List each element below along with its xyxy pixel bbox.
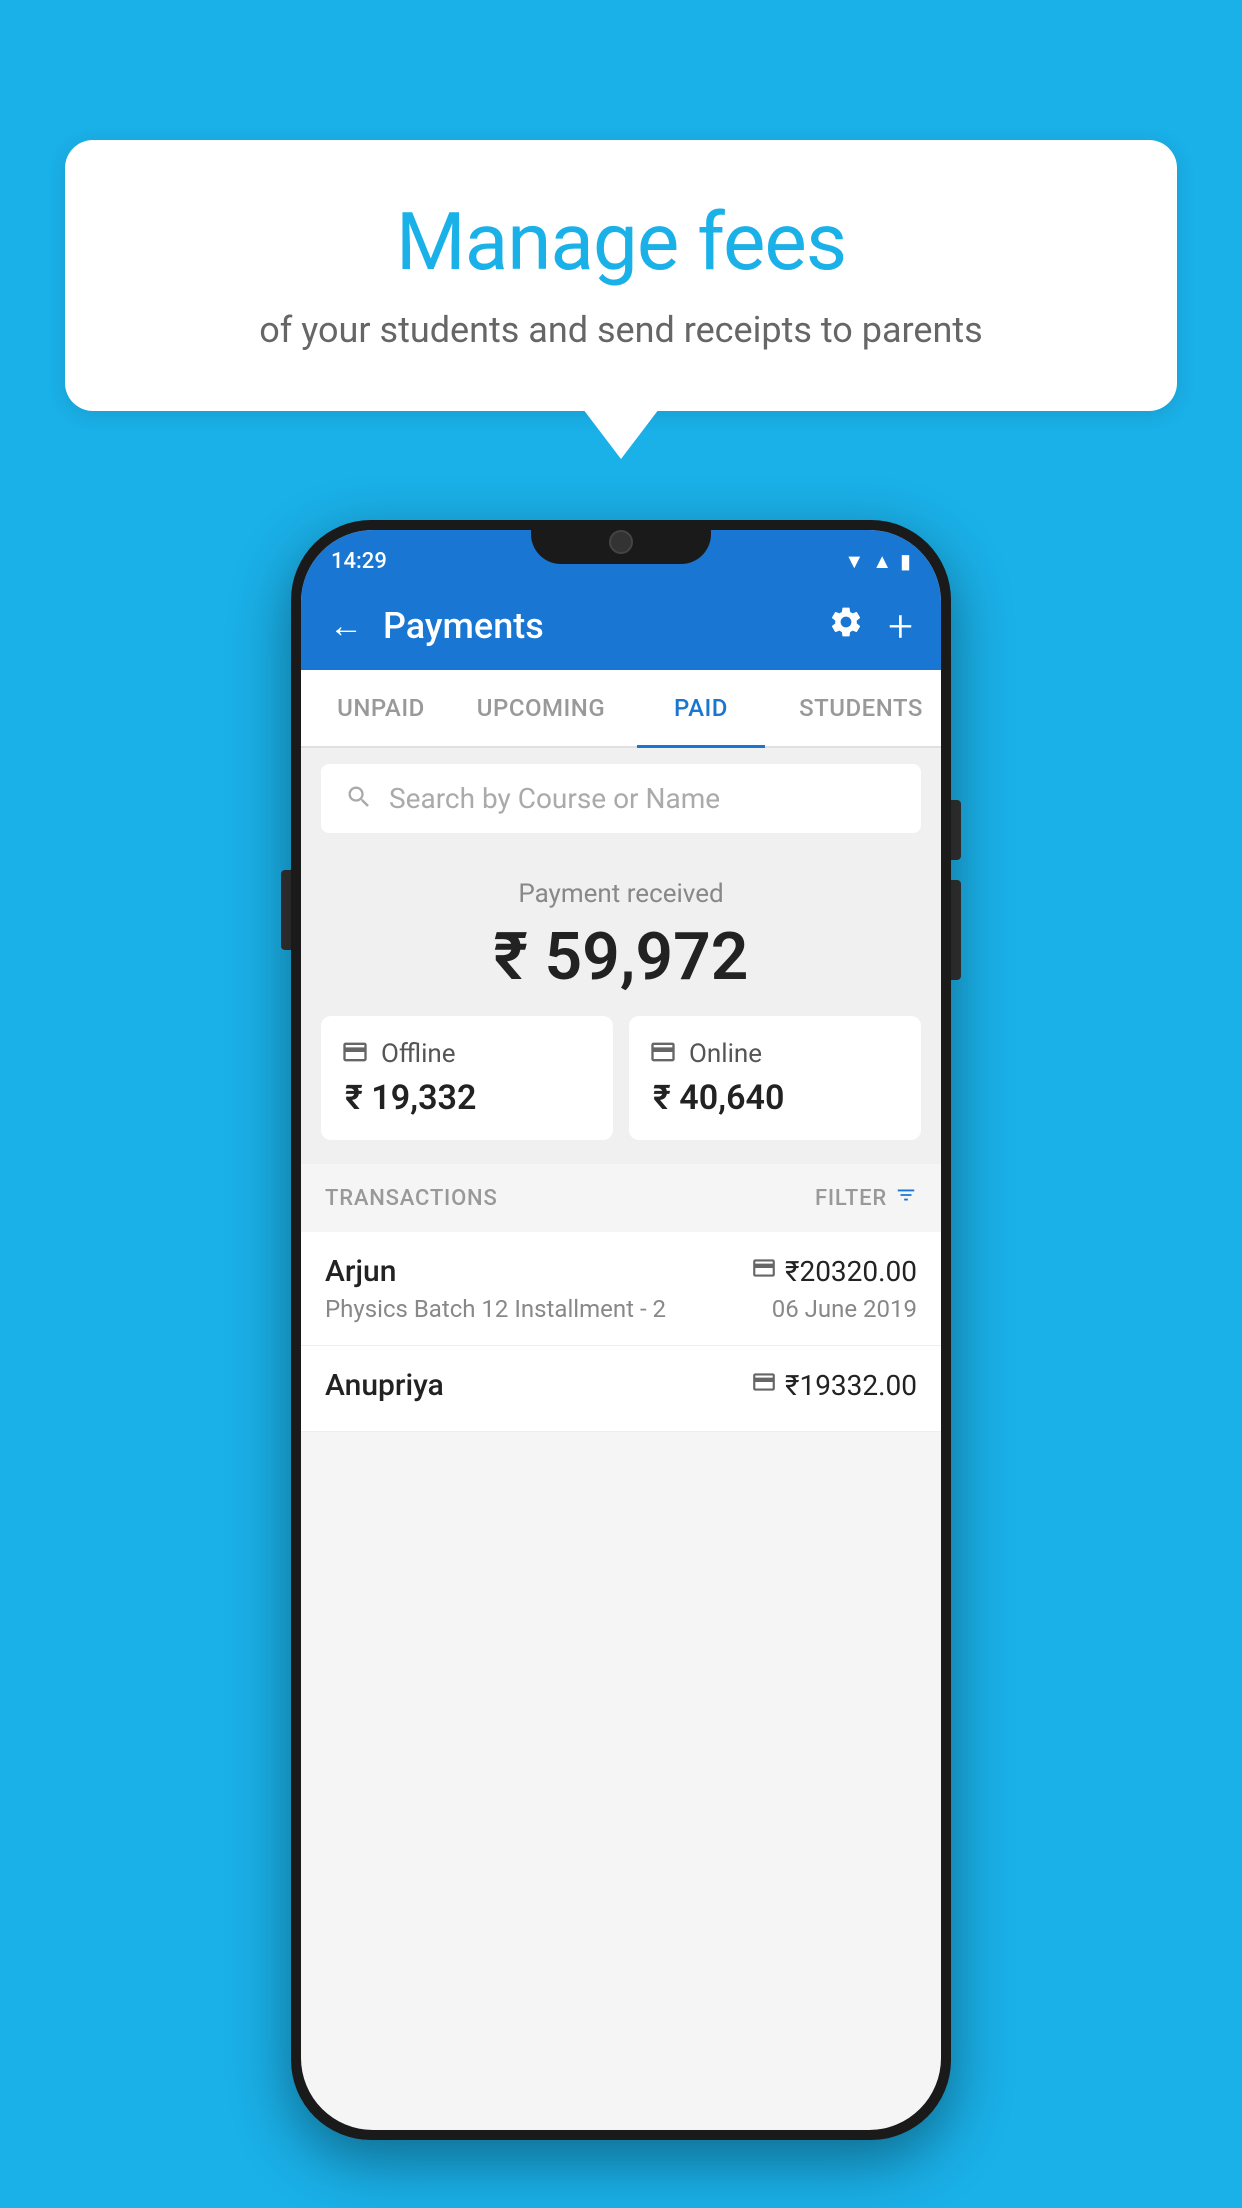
online-card-header: Online [649,1038,901,1070]
payment-cards: Offline ₹ 19,332 Online [321,1016,921,1140]
tab-upcoming[interactable]: UPCOMING [461,670,621,746]
transaction-top-arjun: Arjun ₹20320.00 [325,1254,917,1289]
tabs-bar: UNPAID UPCOMING PAID STUDENTS [301,670,941,748]
arjun-amount: ₹20320.00 [785,1255,917,1288]
settings-icon[interactable] [828,604,864,649]
arjun-course: Physics Batch 12 Installment - 2 [325,1295,666,1323]
power-button-bottom [951,880,961,980]
offline-card-header: Offline [341,1038,593,1070]
app-bar: ← Payments + [301,582,941,670]
manage-fees-title: Manage fees [125,195,1117,289]
offline-card-type: Offline [381,1039,456,1069]
power-button-top [951,800,961,860]
app-bar-icons: + [828,600,913,652]
battery-icon: ▮ [900,549,911,573]
student-name-anupriya: Anupriya [325,1368,444,1403]
filter-label: FILTER [815,1186,887,1211]
status-icons: ▼ ▲ ▮ [844,549,911,574]
speech-bubble-container: Manage fees of your students and send re… [65,140,1177,411]
transactions-label: TRANSACTIONS [325,1186,498,1211]
front-camera [609,530,633,554]
search-box[interactable]: Search by Course or Name [321,764,921,833]
tab-upcoming-label: UPCOMING [477,694,605,722]
speech-bubble: Manage fees of your students and send re… [65,140,1177,411]
phone-screen: 14:29 ▼ ▲ ▮ ← Payments [301,530,941,2130]
online-card-type: Online [689,1039,762,1069]
transaction-amount-arjun: ₹20320.00 [751,1255,917,1288]
transaction-row-arjun[interactable]: Arjun ₹20320.00 Physics Batch 12 Install… [301,1232,941,1346]
offline-card-amount: ₹ 19,332 [341,1078,593,1118]
transaction-bottom-arjun: Physics Batch 12 Installment - 2 06 June… [325,1295,917,1323]
arjun-date: 06 June 2019 [772,1295,917,1323]
offline-payment-icon [341,1038,369,1070]
status-time: 14:29 [331,549,387,574]
payment-received-section: Payment received ₹ 59,972 Offline [301,849,941,1164]
payment-received-label: Payment received [321,879,921,909]
signal-icon: ▲ [872,549,892,574]
transaction-amount-anupriya: ₹19332.00 [751,1369,917,1402]
offline-payment-card: Offline ₹ 19,332 [321,1016,613,1140]
online-card-amount: ₹ 40,640 [649,1078,901,1118]
online-payment-card: Online ₹ 40,640 [629,1016,921,1140]
phone-outer: 14:29 ▼ ▲ ▮ ← Payments [291,520,951,2140]
tab-students-label: STUDENTS [799,694,923,722]
phone-notch [531,520,711,564]
payment-total-amount: ₹ 59,972 [321,919,921,996]
filter-button[interactable]: FILTER [815,1184,917,1212]
online-transaction-icon [751,1255,777,1288]
tab-paid-label: PAID [674,694,728,722]
app-bar-title: Payments [383,605,808,647]
anupriya-amount: ₹19332.00 [785,1369,917,1402]
back-button[interactable]: ← [329,606,363,646]
transaction-top-anupriya: Anupriya ₹19332.00 [325,1368,917,1403]
tab-unpaid[interactable]: UNPAID [301,670,461,746]
tab-students[interactable]: STUDENTS [781,670,941,746]
tab-paid[interactable]: PAID [621,670,781,746]
tab-unpaid-label: UNPAID [337,694,425,722]
phone-device: 14:29 ▼ ▲ ▮ ← Payments [291,520,951,2140]
manage-fees-subtitle: of your students and send receipts to pa… [125,309,1117,351]
student-name-arjun: Arjun [325,1254,396,1289]
offline-transaction-icon [751,1369,777,1402]
transactions-header: TRANSACTIONS FILTER [301,1164,941,1232]
volume-button [281,870,291,950]
search-icon [345,783,373,815]
filter-funnel-icon [895,1184,917,1212]
online-payment-icon [649,1038,677,1070]
search-placeholder-text: Search by Course or Name [389,782,720,815]
wifi-icon: ▼ [844,549,864,574]
add-icon[interactable]: + [888,600,913,652]
transaction-row-anupriya[interactable]: Anupriya ₹19332.00 [301,1346,941,1432]
search-container: Search by Course or Name [301,748,941,849]
